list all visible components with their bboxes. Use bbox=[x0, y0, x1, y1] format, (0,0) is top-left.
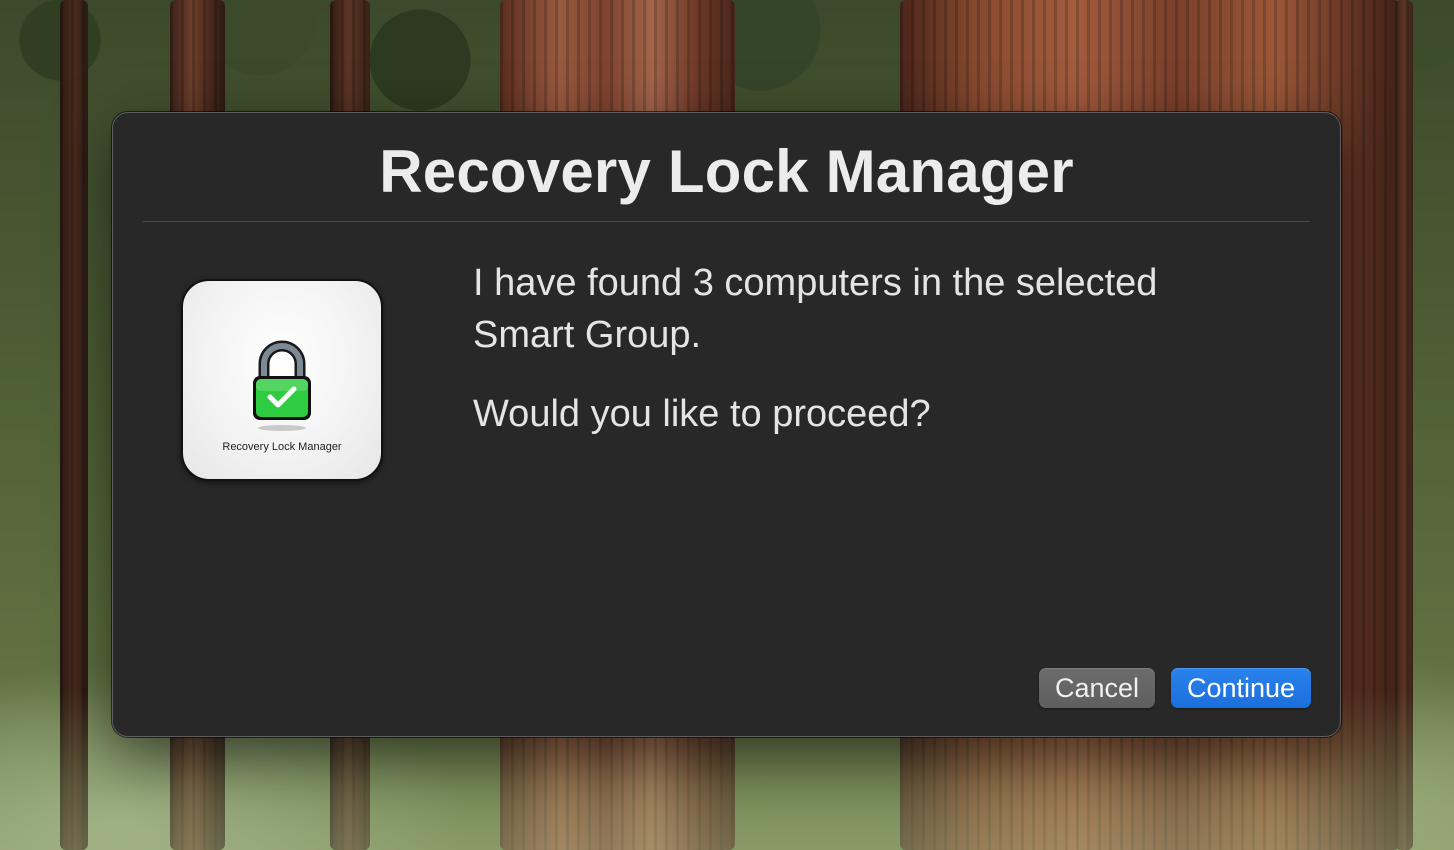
app-icon: Recovery Lock Manager bbox=[181, 279, 383, 481]
continue-button[interactable]: Continue bbox=[1171, 668, 1311, 708]
message-line-proceed: Would you like to proceed? bbox=[473, 393, 931, 435]
message-line-found: I have found 3 computers in the selected… bbox=[473, 262, 1158, 356]
padlock-checkmark-icon bbox=[253, 340, 311, 431]
app-icon-caption: Recovery Lock Manager bbox=[222, 441, 342, 453]
dialog-message: I have found 3 computers in the selected… bbox=[473, 257, 1253, 467]
cancel-button[interactable]: Cancel bbox=[1039, 668, 1155, 708]
recovery-lock-dialog: Recovery Lock Manager Recovery Lock Mana… bbox=[112, 112, 1341, 737]
dialog-title: Recovery Lock Manager bbox=[379, 138, 1074, 205]
title-divider bbox=[143, 221, 1310, 222]
